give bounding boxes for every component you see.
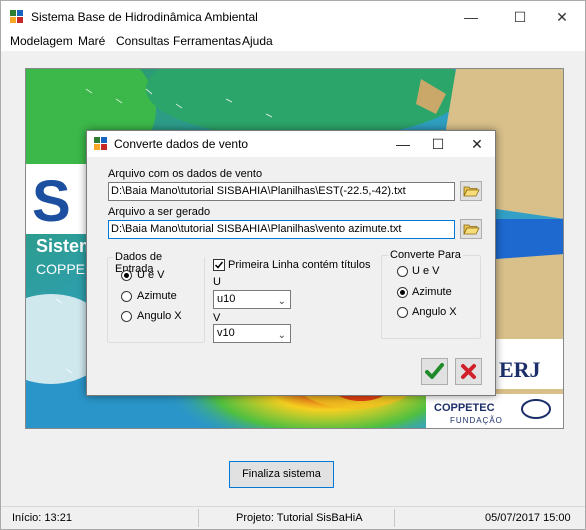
- status-separator: [198, 509, 199, 527]
- folder-open-icon: [463, 186, 480, 197]
- chevron-down-icon: ⌄: [277, 296, 286, 307]
- converte-vento-dialog: Converte dados de vento — ☐ ✕ Arquivo co…: [86, 130, 496, 396]
- ok-button[interactable]: [421, 358, 448, 385]
- input-file-label: Arquivo com os dados de vento: [108, 168, 263, 180]
- cancel-button[interactable]: [455, 358, 482, 385]
- converte-label-uev: U e V: [412, 265, 440, 277]
- minimize-button[interactable]: —: [448, 1, 494, 33]
- browse-input-button[interactable]: [460, 181, 482, 201]
- finaliza-sistema-button[interactable]: Finaliza sistema: [229, 461, 334, 488]
- converte-label-angulo-x: Angulo X: [412, 306, 457, 318]
- folder-open-icon: [463, 224, 480, 235]
- dialog-app-icon: [94, 137, 107, 150]
- converte-label-azimute: Azimute: [412, 286, 452, 298]
- cross-icon: [461, 364, 476, 379]
- v-select-value: v10: [217, 327, 235, 339]
- menu-mare[interactable]: Maré: [78, 34, 105, 48]
- converte-radio-angulo-x[interactable]: [397, 307, 408, 318]
- close-button[interactable]: ✕: [539, 1, 585, 33]
- menu-modelagem[interactable]: Modelagem: [10, 34, 73, 48]
- app-icon: [10, 10, 24, 24]
- converte-radio-uev[interactable]: [397, 266, 408, 277]
- v-label: V: [213, 312, 221, 324]
- dados-entrada-group: Dados de Entrada U e V Azimute Angulo X: [107, 251, 205, 343]
- chevron-down-icon: ⌄: [277, 330, 286, 341]
- u-select-value: u10: [217, 293, 236, 305]
- title-bar[interactable]: Sistema Base de Hidrodinâmica Ambiental …: [1, 1, 585, 33]
- menu-bar: Modelagem Maré Consultas Ferramentas Aju…: [1, 33, 585, 51]
- entrada-radio-uev[interactable]: [121, 270, 132, 281]
- entrada-radio-angulo-x[interactable]: [121, 311, 132, 322]
- browse-output-button[interactable]: [460, 219, 482, 239]
- converte-para-title: Converte Para: [388, 249, 463, 261]
- u-select[interactable]: u10 ⌄: [213, 290, 291, 309]
- entrada-radio-azimute[interactable]: [121, 291, 132, 302]
- coppetec-logo: COPPETEC: [434, 402, 495, 414]
- primeira-linha-checkbox[interactable]: [213, 259, 225, 271]
- primeira-linha-label: Primeira Linha contém títulos: [228, 259, 371, 271]
- dialog-minimize-button[interactable]: —: [385, 131, 421, 157]
- entrada-label-uev: U e V: [137, 269, 165, 281]
- dialog-title-bar[interactable]: Converte dados de vento — ☐ ✕: [87, 131, 495, 157]
- dialog-maximize-button[interactable]: ☐: [420, 131, 456, 157]
- converte-radio-azimute[interactable]: [397, 287, 408, 298]
- converte-para-group: Converte Para U e V Azimute Angulo X: [381, 249, 481, 339]
- entrada-label-azimute: Azimute: [137, 290, 177, 302]
- status-separator: [394, 509, 395, 527]
- dialog-close-button[interactable]: ✕: [459, 131, 495, 157]
- output-file-field[interactable]: D:\Baia Mano\tutorial SISBAHIA\Planilhas…: [108, 220, 455, 239]
- splash-logo-letter: S: [32, 169, 71, 234]
- menu-consultas[interactable]: Consultas: [116, 34, 169, 48]
- entrada-label-angulo-x: Angulo X: [137, 310, 182, 322]
- output-file-label: Arquivo a ser gerado: [108, 206, 211, 218]
- status-bar: Início: 13:21 Projeto: Tutorial SisBaHiA…: [1, 506, 585, 529]
- menu-ajuda[interactable]: Ajuda: [242, 34, 273, 48]
- check-icon: [425, 363, 444, 379]
- dialog-title: Converte dados de vento: [114, 137, 249, 151]
- status-projeto: Projeto: Tutorial SisBaHiA: [236, 512, 363, 524]
- u-label: U: [213, 276, 221, 288]
- main-window: Sistema Base de Hidrodinâmica Ambiental …: [0, 0, 586, 530]
- fundacao-text: FUNDAÇÃO: [450, 416, 503, 425]
- checkmark-icon: [214, 261, 224, 269]
- status-inicio: Início: 13:21: [12, 512, 72, 524]
- window-title: Sistema Base de Hidrodinâmica Ambiental: [31, 10, 258, 24]
- maximize-button[interactable]: ☐: [497, 1, 543, 33]
- menu-ferramentas[interactable]: Ferramentas: [173, 34, 241, 48]
- v-select[interactable]: v10 ⌄: [213, 324, 291, 343]
- ufrj-logo: ERJ: [499, 357, 541, 382]
- status-data: 05/07/2017 15:00: [485, 512, 571, 524]
- input-file-field[interactable]: D:\Baia Mano\tutorial SISBAHIA\Planilhas…: [108, 182, 455, 201]
